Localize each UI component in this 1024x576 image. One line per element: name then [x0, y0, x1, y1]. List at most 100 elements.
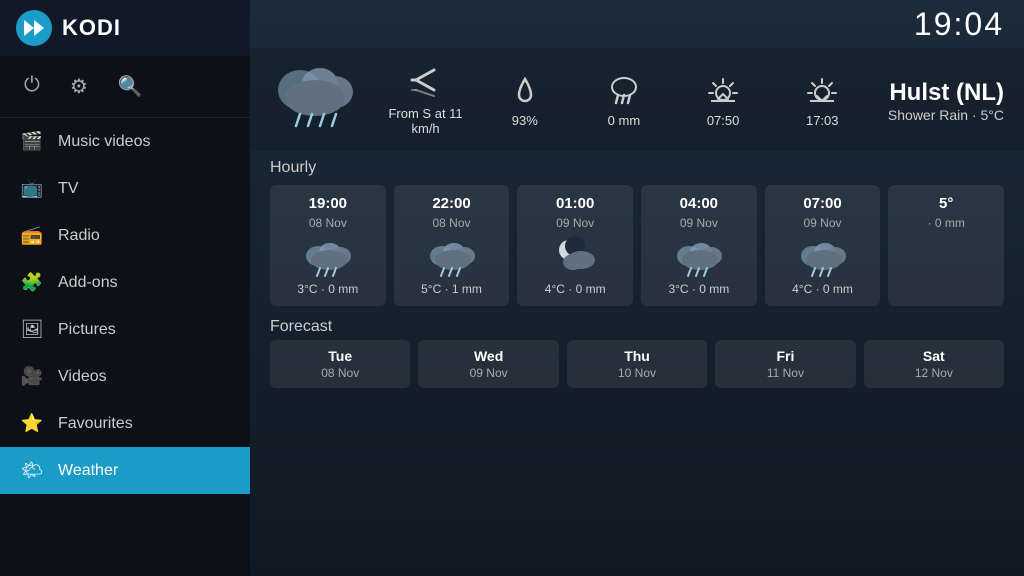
- wind-value: From S at 11km/h: [388, 106, 462, 136]
- wind-icon: [408, 66, 444, 102]
- stat-sunset: 17:03: [777, 73, 867, 128]
- sidebar-label-weather: Weather: [58, 462, 118, 480]
- forecast-cards-container: Tue 08 Nov Wed 09 Nov Thu 10 Nov Fri 11 …: [250, 340, 1024, 388]
- current-weather-icon: [270, 58, 360, 143]
- hourly-icon-4: [797, 234, 849, 278]
- sidebar-item-weather[interactable]: 🌤 Weather: [0, 447, 250, 494]
- forecast-card-2[interactable]: Thu 10 Nov: [567, 340, 707, 388]
- tv-icon: 📺: [20, 178, 44, 199]
- app-header: KODI: [0, 0, 250, 56]
- hourly-temp-1: 5°C · 1 mm: [421, 282, 482, 296]
- sidebar-item-pictures[interactable]: 🖼 Pictures: [0, 306, 250, 353]
- sidebar-item-music-videos[interactable]: 🎬 Music videos: [0, 118, 250, 165]
- sidebar-item-favourites[interactable]: ⭐ Favourites: [0, 400, 250, 447]
- forecast-day-0: Tue: [328, 348, 352, 364]
- weather-location: Hulst (NL) Shower Rain · 5°C: [888, 79, 1004, 123]
- sidebar-item-radio[interactable]: 📻 Radio: [0, 212, 250, 259]
- sidebar-item-videos[interactable]: 🎥 Videos: [0, 353, 250, 400]
- sidebar-label-tv: TV: [58, 180, 78, 198]
- sidebar-label-music-videos: Music videos: [58, 133, 150, 151]
- sidebar-item-tv[interactable]: 📺 TV: [0, 165, 250, 212]
- forecast-card-4[interactable]: Sat 12 Nov: [864, 340, 1004, 388]
- forecast-section-label: Forecast: [250, 310, 1024, 340]
- pictures-icon: 🖼: [20, 319, 44, 340]
- hourly-time-5: 5°: [939, 195, 953, 212]
- weather-condition: Shower Rain · 5°C: [888, 107, 1004, 123]
- app-title: KODI: [62, 15, 121, 41]
- hourly-card-0[interactable]: 19:00 08 Nov 3°C · 0 mm: [270, 185, 386, 306]
- forecast-card-3[interactable]: Fri 11 Nov: [715, 340, 855, 388]
- stat-wind: From S at 11km/h: [381, 66, 471, 136]
- forecast-date-2: 10 Nov: [618, 366, 656, 380]
- forecast-day-2: Thu: [624, 348, 650, 364]
- hourly-temp-0: 3°C · 0 mm: [297, 282, 358, 296]
- sunset-icon: [804, 73, 840, 109]
- current-weather-panel: From S at 11km/h 93% 0 mm: [250, 48, 1024, 151]
- rain-value: 0 mm: [608, 113, 641, 128]
- search-button[interactable]: 🔍: [118, 74, 143, 99]
- main-nav: 🎬 Music videos 📺 TV 📻 Radio 🧩 Add-ons 🖼 …: [0, 118, 250, 576]
- hourly-date-2: 09 Nov: [556, 216, 594, 230]
- hourly-time-2: 01:00: [556, 195, 594, 212]
- hourly-time-3: 04:00: [680, 195, 718, 212]
- hourly-card-5[interactable]: 5° · 0 mm: [888, 185, 1004, 306]
- hourly-card-1[interactable]: 22:00 08 Nov 5°C · 1 mm: [394, 185, 510, 306]
- forecast-date-3: 11 Nov: [767, 366, 804, 380]
- sidebar-label-radio: Radio: [58, 227, 100, 245]
- hourly-time-4: 07:00: [803, 195, 841, 212]
- location-name: Hulst (NL): [888, 79, 1004, 107]
- sidebar-label-addons: Add-ons: [58, 274, 118, 292]
- forecast-day-3: Fri: [776, 348, 794, 364]
- forecast-day-4: Sat: [923, 348, 945, 364]
- settings-button[interactable]: ⚙: [70, 74, 88, 99]
- sunrise-value: 07:50: [707, 113, 740, 128]
- forecast-card-0[interactable]: Tue 08 Nov: [270, 340, 410, 388]
- hourly-time-0: 19:00: [309, 195, 347, 212]
- stat-rain: 0 mm: [579, 73, 669, 128]
- radio-icon: 📻: [20, 225, 44, 246]
- hourly-card-4[interactable]: 07:00 09 Nov 4°C · 0 mm: [765, 185, 881, 306]
- hourly-date-5: · 0 mm: [928, 216, 965, 230]
- sidebar: KODI ⏻ ⚙ 🔍 🎬 Music videos 📺 TV 📻 Radio 🧩…: [0, 0, 250, 576]
- favourites-icon: ⭐: [20, 413, 44, 434]
- main-content: 19:04: [250, 0, 1024, 576]
- clock-display: 19:04: [914, 6, 1004, 43]
- hourly-card-3[interactable]: 04:00 09 Nov 3°C · 0 mm: [641, 185, 757, 306]
- topbar: 19:04: [250, 0, 1024, 48]
- stat-sunrise: 07:50: [678, 73, 768, 128]
- hourly-card-2[interactable]: 01:00 09 Nov 4°C · 0 mm: [517, 185, 633, 306]
- kodi-logo-icon: [16, 10, 52, 46]
- forecast-date-4: 12 Nov: [915, 366, 953, 380]
- hourly-date-1: 08 Nov: [432, 216, 470, 230]
- weather-icon: 🌤: [20, 460, 44, 481]
- hourly-icon-0: [302, 234, 354, 278]
- music-videos-icon: 🎬: [20, 131, 44, 152]
- power-button[interactable]: ⏻: [24, 74, 40, 99]
- sunset-value: 17:03: [806, 113, 839, 128]
- forecast-card-1[interactable]: Wed 09 Nov: [418, 340, 558, 388]
- hourly-temp-3: 3°C · 0 mm: [668, 282, 729, 296]
- addons-icon: 🧩: [20, 272, 44, 293]
- humidity-icon: [507, 73, 543, 109]
- hourly-date-0: 08 Nov: [309, 216, 347, 230]
- humidity-value: 93%: [512, 113, 538, 128]
- hourly-cards-container: 19:00 08 Nov 3°C · 0 mm 22:00 08 Nov: [250, 181, 1024, 310]
- sidebar-toolbar: ⏻ ⚙ 🔍: [0, 56, 250, 118]
- hourly-date-3: 09 Nov: [680, 216, 718, 230]
- forecast-day-1: Wed: [474, 348, 503, 364]
- hourly-temp-4: 4°C · 0 mm: [792, 282, 853, 296]
- rain-amount-icon: [606, 73, 642, 109]
- hourly-date-4: 09 Nov: [804, 216, 842, 230]
- forecast-date-1: 09 Nov: [470, 366, 508, 380]
- hourly-temp-2: 4°C · 0 mm: [545, 282, 606, 296]
- sidebar-item-addons[interactable]: 🧩 Add-ons: [0, 259, 250, 306]
- forecast-date-0: 08 Nov: [321, 366, 359, 380]
- hourly-time-1: 22:00: [432, 195, 470, 212]
- stat-humidity: 93%: [480, 73, 570, 128]
- hourly-icon-1: [426, 234, 478, 278]
- sunrise-icon: [705, 73, 741, 109]
- hourly-icon-3: [673, 234, 725, 278]
- sidebar-label-pictures: Pictures: [58, 321, 116, 339]
- sidebar-label-videos: Videos: [58, 368, 107, 386]
- hourly-section-label: Hourly: [250, 151, 1024, 181]
